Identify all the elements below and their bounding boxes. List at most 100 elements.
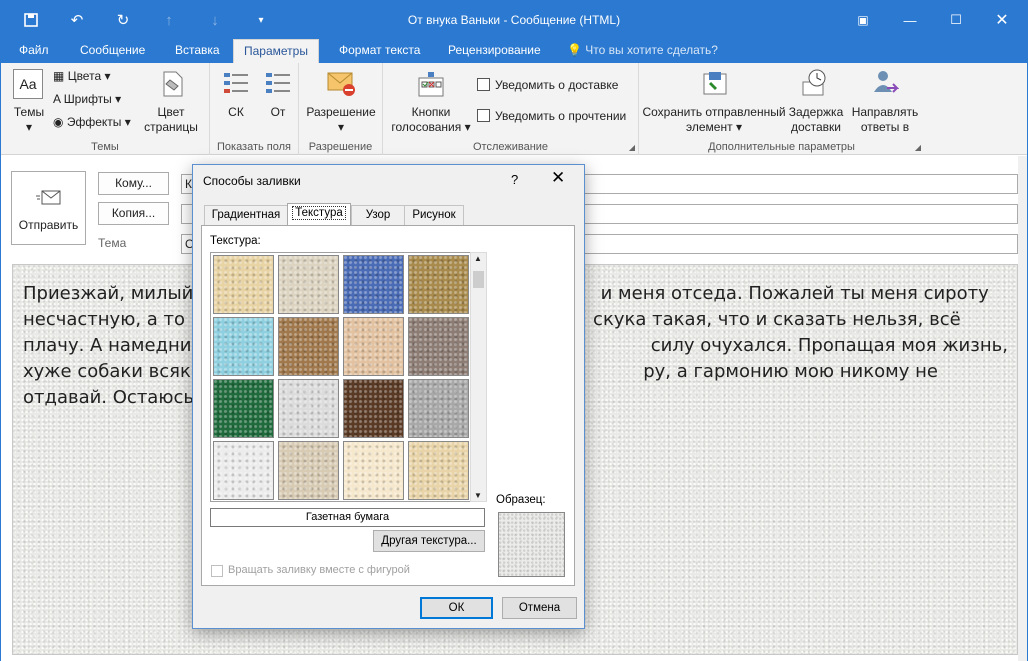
other-texture-button[interactable]: Другая текстура... [373, 530, 485, 552]
scroll-thumb[interactable] [473, 271, 484, 288]
tab-file[interactable]: Файл [9, 39, 59, 63]
tab-texture[interactable]: Текстура [287, 203, 351, 226]
texture-grid [210, 252, 472, 502]
tab-picture[interactable]: Рисунок [404, 205, 464, 225]
dialog-close-icon[interactable]: ✕ [551, 168, 565, 188]
permission-button[interactable]: Разрешение ▾ [303, 105, 379, 135]
group-permission: Разрешение ▾ Разрешение [299, 63, 383, 155]
selected-texture-name: Газетная бумага [210, 508, 485, 527]
group-label: Отслеживание [472, 141, 549, 153]
texture-swatch[interactable] [408, 255, 469, 314]
tell-me-box[interactable]: 💡 Что вы хотите сделать? [567, 39, 718, 63]
group-more-options: Сохранить отправленный элемент ▾ Задержк… [639, 63, 924, 155]
dialog-launcher-icon[interactable]: ◢ [915, 143, 921, 152]
direct-replies-button[interactable]: Направлять ответы в [845, 105, 925, 135]
ribbon-tabs: Файл Сообщение Вставка Параметры Формат … [1, 39, 1027, 63]
to-button[interactable]: Кому... [98, 172, 169, 195]
cancel-button[interactable]: Отмена [502, 597, 577, 619]
group-label: Дополнительные параметры [708, 141, 855, 153]
sample-label: Образец: [496, 494, 546, 506]
voting-icon [416, 70, 446, 98]
fonts-button[interactable]: A Шрифты ▾ [53, 92, 121, 106]
delay-delivery-button[interactable]: Задержка доставки [787, 105, 845, 135]
send-icon [36, 188, 62, 208]
tab-format-text[interactable]: Формат текста [329, 39, 430, 63]
colors-button[interactable]: ▦ Цвета ▾ [53, 69, 110, 83]
effects-icon: ◉ [53, 115, 64, 129]
bcc-button[interactable]: СК [218, 105, 254, 120]
texture-swatch[interactable] [408, 379, 469, 438]
fonts-icon: A [53, 92, 61, 106]
send-label: Отправить [18, 218, 79, 232]
texture-swatch[interactable] [278, 379, 339, 438]
texture-scrollbar[interactable]: ▲ ▼ [470, 252, 487, 502]
tab-gradient[interactable]: Градиентная [204, 205, 288, 225]
save-sent-icon [701, 68, 729, 98]
outlook-window: ↶ ↻ ↑ ↓ ▾ От внука Ваньки - Сообщение (H… [0, 0, 1028, 661]
title-bar: ↶ ↻ ↑ ↓ ▾ От внука Ваньки - Сообщение (H… [1, 1, 1027, 39]
voting-buttons-button[interactable]: Кнопки голосования ▾ [385, 105, 477, 135]
minimize-button[interactable]: — [887, 1, 933, 39]
scroll-up-icon[interactable]: ▲ [474, 254, 482, 263]
texture-swatch[interactable] [278, 441, 339, 500]
page-color-icon [158, 68, 186, 98]
from-button[interactable]: От [262, 105, 294, 120]
tab-pattern[interactable]: Узор [351, 205, 405, 225]
texture-label: Текстура: [210, 235, 261, 247]
texture-swatch[interactable] [213, 317, 274, 376]
texture-swatch[interactable] [408, 441, 469, 500]
close-button[interactable]: ✕ [979, 1, 1025, 39]
send-button[interactable]: Отправить [11, 171, 86, 245]
maximize-button[interactable]: ☐ [933, 1, 979, 39]
texture-swatch[interactable] [213, 379, 274, 438]
texture-swatch[interactable] [343, 441, 404, 500]
colors-icon: ▦ [53, 69, 65, 83]
texture-swatch[interactable] [213, 441, 274, 500]
ribbon: Aa Темы ▾ ▦ Цвета ▾ A Шрифты ▾ ◉ Эффекты … [1, 63, 1027, 155]
tab-insert[interactable]: Вставка [165, 39, 230, 63]
texture-swatch[interactable] [343, 255, 404, 314]
tab-review[interactable]: Рецензирование [438, 39, 551, 63]
texture-swatch[interactable] [343, 317, 404, 376]
help-button[interactable]: ? [511, 172, 518, 187]
read-receipt-label: Уведомить о прочтении [495, 109, 627, 123]
rotate-with-shape-checkbox[interactable] [211, 565, 223, 577]
from-icon [264, 69, 292, 97]
themes-button[interactable]: Темы ▾ [9, 105, 49, 135]
group-label: Разрешение [308, 141, 373, 153]
ribbon-display-icon[interactable]: ▣ [840, 1, 886, 39]
delivery-receipt-label: Уведомить о доставке [495, 78, 619, 92]
texture-swatch[interactable] [278, 255, 339, 314]
vertical-scrollbar[interactable] [1018, 156, 1027, 661]
direct-replies-icon [871, 68, 900, 98]
scroll-down-icon[interactable]: ▼ [474, 491, 482, 500]
bcc-icon [222, 69, 250, 97]
fill-effects-dialog: Способы заливки ? ✕ Градиентная Текстура… [192, 164, 585, 629]
group-show-fields: СК От Показать поля [210, 63, 299, 155]
delay-delivery-icon [801, 68, 829, 98]
ok-button[interactable]: ОК [420, 597, 493, 619]
page-color-button[interactable]: Цвет страницы [136, 105, 206, 135]
texture-swatch[interactable] [408, 317, 469, 376]
tab-message[interactable]: Сообщение [70, 39, 155, 63]
group-tracking: Кнопки голосования ▾ Уведомить о доставк… [383, 63, 639, 155]
cc-button[interactable]: Копия... [98, 202, 169, 225]
group-themes: Aa Темы ▾ ▦ Цвета ▾ A Шрифты ▾ ◉ Эффекты … [1, 63, 210, 155]
texture-swatch[interactable] [213, 255, 274, 314]
lightbulb-icon: 💡 [567, 43, 582, 57]
themes-icon: Aa [13, 69, 43, 99]
group-label: Показать поля [216, 141, 292, 153]
texture-swatch[interactable] [278, 317, 339, 376]
effects-button[interactable]: ◉ Эффекты ▾ [53, 115, 131, 129]
dialog-title: Способы заливки [203, 174, 301, 188]
texture-swatch[interactable] [343, 379, 404, 438]
dialog-launcher-icon[interactable]: ◢ [629, 143, 635, 152]
tab-options[interactable]: Параметры [233, 39, 319, 63]
tell-me-text: Что вы хотите сделать? [585, 43, 718, 57]
delivery-receipt-checkbox[interactable] [477, 78, 490, 91]
read-receipt-checkbox[interactable] [477, 109, 490, 122]
save-sent-item-button[interactable]: Сохранить отправленный элемент ▾ [641, 105, 787, 135]
permission-icon [327, 70, 357, 98]
group-label: Темы [91, 141, 119, 153]
subject-label: Тема [98, 236, 127, 250]
